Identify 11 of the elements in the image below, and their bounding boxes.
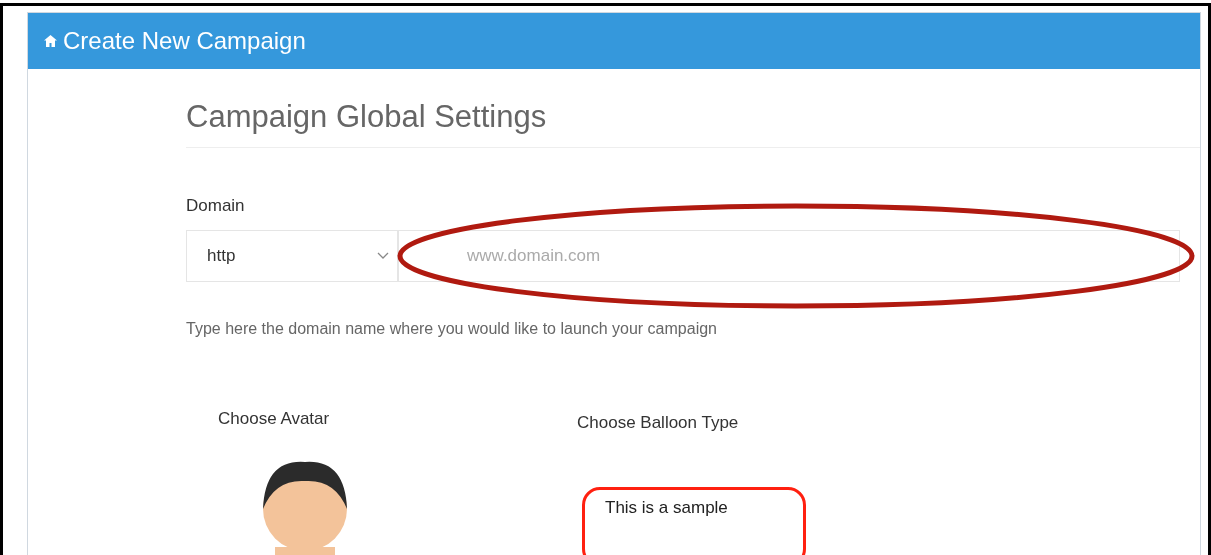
avatar-label: Choose Avatar: [218, 409, 330, 428]
balloon-label: Choose Balloon Type: [577, 412, 740, 434]
protocol-select[interactable]: http: [186, 230, 398, 282]
domain-input-field[interactable]: www.domain.com: [398, 230, 1180, 282]
help-text: Type here the domain name where you would like to launch your campaign: [186, 320, 717, 337]
domain-label: Domain: [186, 196, 245, 215]
header-title: Create New Campaign: [63, 26, 306, 56]
balloon-sample[interactable]: This is a sample: [582, 487, 806, 555]
section-title: Campaign Global Settings: [186, 99, 547, 134]
caret-icon: [377, 252, 389, 260]
home-icon: [44, 35, 57, 47]
